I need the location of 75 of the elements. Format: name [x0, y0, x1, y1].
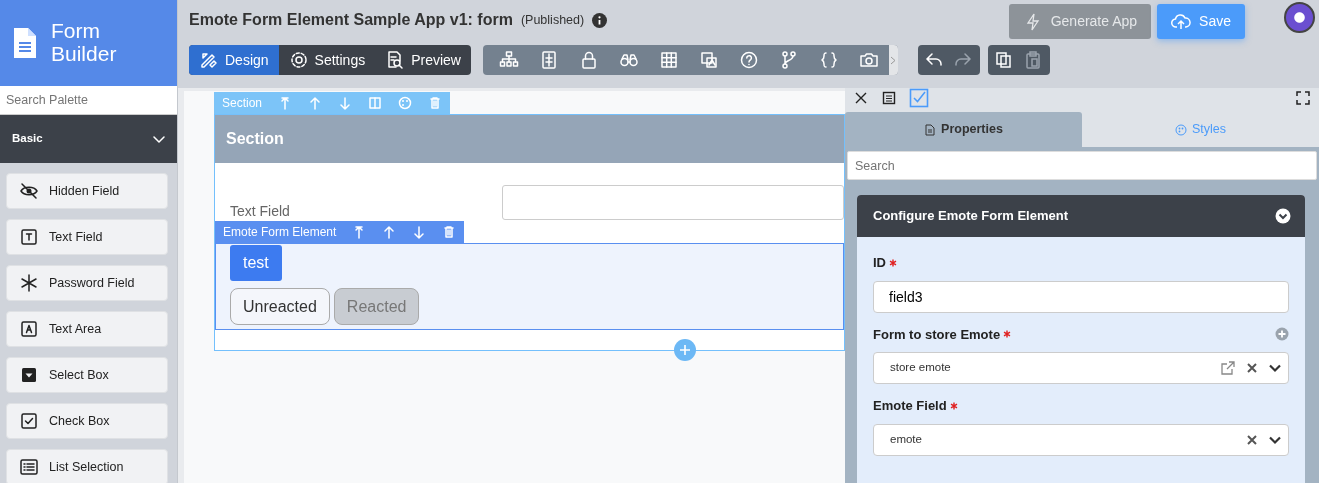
pencil-ruler-icon: [199, 50, 219, 70]
category-header[interactable]: Basic: [0, 115, 177, 163]
field-label: Text Field: [230, 202, 291, 221]
palette-icon: [398, 96, 413, 110]
info-icon: [592, 12, 608, 28]
brand-name: Builder: [51, 43, 117, 66]
palette-item[interactable]: List Selection: [6, 449, 168, 483]
palette-item[interactable]: Check Box: [6, 403, 168, 439]
image-icon: [699, 50, 719, 70]
toolbar-label: Section: [222, 95, 263, 112]
text-area-icon: [19, 319, 39, 339]
asterisk-icon: [19, 273, 39, 293]
help-icon: [739, 50, 759, 70]
status-label: (Published): [520, 11, 585, 29]
palette-item[interactable]: Text Field: [6, 219, 168, 255]
clear-icon: [1246, 362, 1258, 374]
emote-button[interactable]: test: [230, 245, 282, 281]
select-field[interactable]: store emote: [873, 352, 1289, 384]
arrow-up-icon: [382, 225, 397, 239]
arrow-up-icon: [308, 96, 323, 110]
branch-icon: [779, 50, 799, 70]
mode-tab[interactable]: Design: [189, 45, 279, 75]
grid-icon: [659, 50, 679, 70]
palette-item[interactable]: Password Field: [6, 265, 168, 301]
document-icon: [539, 50, 559, 70]
field-label: ID: [873, 254, 886, 272]
field-label: Form to store Emote: [873, 325, 1001, 344]
palette-item[interactable]: Select Box: [6, 357, 168, 393]
collapse-icon: [1275, 208, 1291, 224]
document-icon: [12, 26, 37, 60]
list-icon: [19, 457, 39, 477]
reaction-option[interactable]: Unreacted: [230, 288, 330, 325]
form-icon: [881, 90, 897, 106]
panel-tab[interactable]: Properties: [845, 112, 1082, 147]
cloud-upload-icon: [1171, 11, 1192, 32]
clear-icon: [1246, 433, 1258, 446]
fullscreen-icon: [1295, 90, 1311, 106]
section-header: Section: [215, 115, 844, 163]
mode-tab[interactable]: Settings: [278, 45, 376, 75]
close-icon: [853, 90, 869, 106]
search-palette-field[interactable]: Search Palette: [0, 86, 177, 115]
trash-icon: [428, 96, 443, 110]
checkbox-icon: [909, 88, 929, 108]
select-field[interactable]: emote: [873, 423, 1289, 456]
brand-name: Form: [51, 20, 101, 43]
selected-value: emote: [890, 431, 923, 447]
card-title: Configure Emote Form Element: [873, 207, 1069, 226]
document-search-icon: [385, 50, 406, 70]
palette-item[interactable]: Text Area: [6, 311, 168, 347]
braces-icon: [819, 50, 839, 70]
lock-icon: [579, 50, 599, 70]
text-field-icon: [19, 227, 39, 247]
palette-icon: [1174, 123, 1187, 136]
field-label: Emote Field: [873, 397, 947, 415]
columns-icon: [368, 96, 383, 110]
toolbar-label: Emote Form Element: [223, 224, 337, 241]
selected-value: store emote: [890, 360, 952, 376]
camera-icon: [859, 50, 879, 70]
trash-icon: [442, 225, 457, 239]
arrow-down-icon: [338, 96, 353, 110]
app-title: Emote Form Element Sample App v1: form: [189, 10, 513, 30]
palette-item[interactable]: Hidden Field: [6, 173, 168, 209]
eye-slash-icon: [19, 181, 39, 201]
mode-tab[interactable]: Preview: [375, 45, 471, 75]
dropdown-icon: [19, 365, 39, 385]
text-field[interactable]: field3: [873, 280, 1289, 313]
text-input[interactable]: [502, 185, 844, 220]
document-icon: [924, 123, 937, 136]
search-field[interactable]: Search: [847, 151, 1317, 180]
avatar[interactable]: [1284, 2, 1315, 33]
gear-icon: [288, 50, 309, 70]
arrow-down-icon: [412, 225, 427, 239]
chevron-right-icon: [890, 55, 897, 65]
checkbox-icon: [19, 411, 39, 431]
sitemap-icon: [499, 50, 519, 70]
